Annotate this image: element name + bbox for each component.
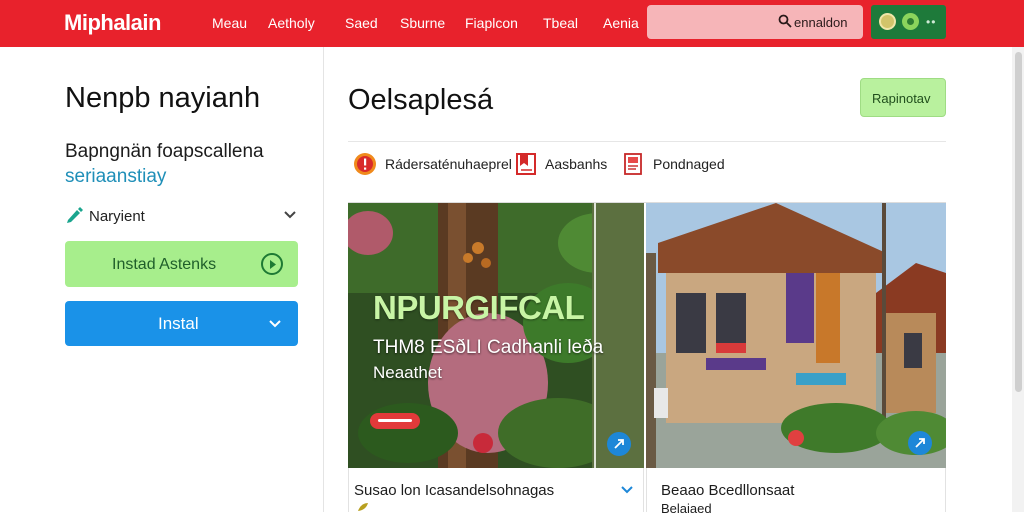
bookmark-icon (516, 153, 536, 175)
product-subtitle-link[interactable]: seriaanstiay (65, 166, 166, 188)
info-icon (354, 153, 376, 175)
more-dots-icon[interactable]: •• (926, 15, 936, 29)
scrollbar-thumb[interactable] (1015, 52, 1022, 392)
status-avatar[interactable] (902, 13, 919, 30)
chevron-down-icon[interactable] (269, 320, 281, 328)
filter-tab-1[interactable]: Rádersaténuhaeprel (353, 152, 512, 176)
nav-link-7[interactable]: Aenia (603, 15, 639, 31)
card-overlay-line: THM8 ESðLI Cadhanli leða (373, 337, 604, 358)
document-icon (624, 153, 642, 175)
chevron-down-icon (284, 211, 296, 219)
nav-link-3[interactable]: Saed (345, 15, 378, 31)
avatar[interactable] (879, 13, 896, 30)
search-input[interactable]: ennaldon (647, 5, 863, 39)
card-badge (370, 413, 420, 429)
panel-divider (323, 47, 324, 512)
nav-link-4[interactable]: Sburne (400, 15, 445, 31)
card-overlay-title: NPURGIFCAL (373, 289, 585, 326)
install-assets-label: Instad Astenks (112, 256, 217, 273)
action-button[interactable]: Rapinotav (860, 78, 946, 117)
variant-label: Naryient (89, 208, 145, 225)
search-text: ennaldon (794, 15, 848, 30)
search-icon (778, 14, 792, 28)
card-image[interactable]: NPURGIFCAL THM8 ESðLI Cadhanli leða Neaa… (348, 203, 644, 468)
card-footer[interactable]: Susao lon Icasandelsohnagas (348, 468, 644, 512)
section-title: Oelsaplesá (348, 84, 494, 116)
pencil-icon (67, 207, 83, 223)
filter-tab-label: Rádersaténuhaeprel (385, 156, 512, 172)
filter-tab-label: Aasbanhs (545, 156, 608, 172)
nav-link-5[interactable]: Fiaplcon (465, 15, 518, 31)
nav-link-1[interactable]: Meau (212, 15, 247, 31)
leaf-icon (358, 503, 368, 511)
play-circle-icon (261, 253, 283, 275)
product-subtitle: Bapngnän foapscallena (65, 141, 264, 162)
product-title: Nenpb nayianh (65, 82, 261, 114)
card-overlay-line: Neaathet (373, 363, 442, 382)
expand-icon[interactable] (607, 432, 631, 456)
card-subcaption: Belaiaed (661, 501, 712, 516)
chevron-down-icon[interactable] (621, 486, 633, 494)
filter-tab-2[interactable]: Aasbanhs (516, 152, 608, 176)
install-assets-button[interactable]: Instad Astenks (65, 241, 298, 287)
variant-selector[interactable]: Naryient (65, 204, 298, 228)
card-footer[interactable]: Beaao Bcedllonsaat Belaiaed (646, 468, 946, 516)
card-caption: Beaao Bcedllonsaat (661, 482, 795, 499)
filter-tab-3[interactable]: Pondnaged (623, 152, 728, 176)
building-photo (646, 203, 946, 468)
card-image[interactable] (646, 203, 946, 468)
section-divider (348, 141, 946, 142)
account-area[interactable]: •• (871, 5, 946, 39)
nav-link-2[interactable]: Aetholy (268, 15, 315, 31)
top-navigation-bar: Miphalain Meau Aetholy Saed Sburne Fiapl… (0, 0, 1024, 47)
site-logo[interactable]: Miphalain (64, 10, 161, 36)
install-label: Instal (158, 314, 199, 333)
filter-tab-label: Pondnaged (653, 156, 725, 172)
nav-link-6[interactable]: Tbeal (543, 15, 578, 31)
action-button-label: Rapinotav (872, 91, 931, 106)
install-button[interactable]: Instal (65, 301, 298, 346)
expand-icon[interactable] (908, 431, 932, 455)
card-caption: Susao lon Icasandelsohnagas (354, 482, 555, 499)
